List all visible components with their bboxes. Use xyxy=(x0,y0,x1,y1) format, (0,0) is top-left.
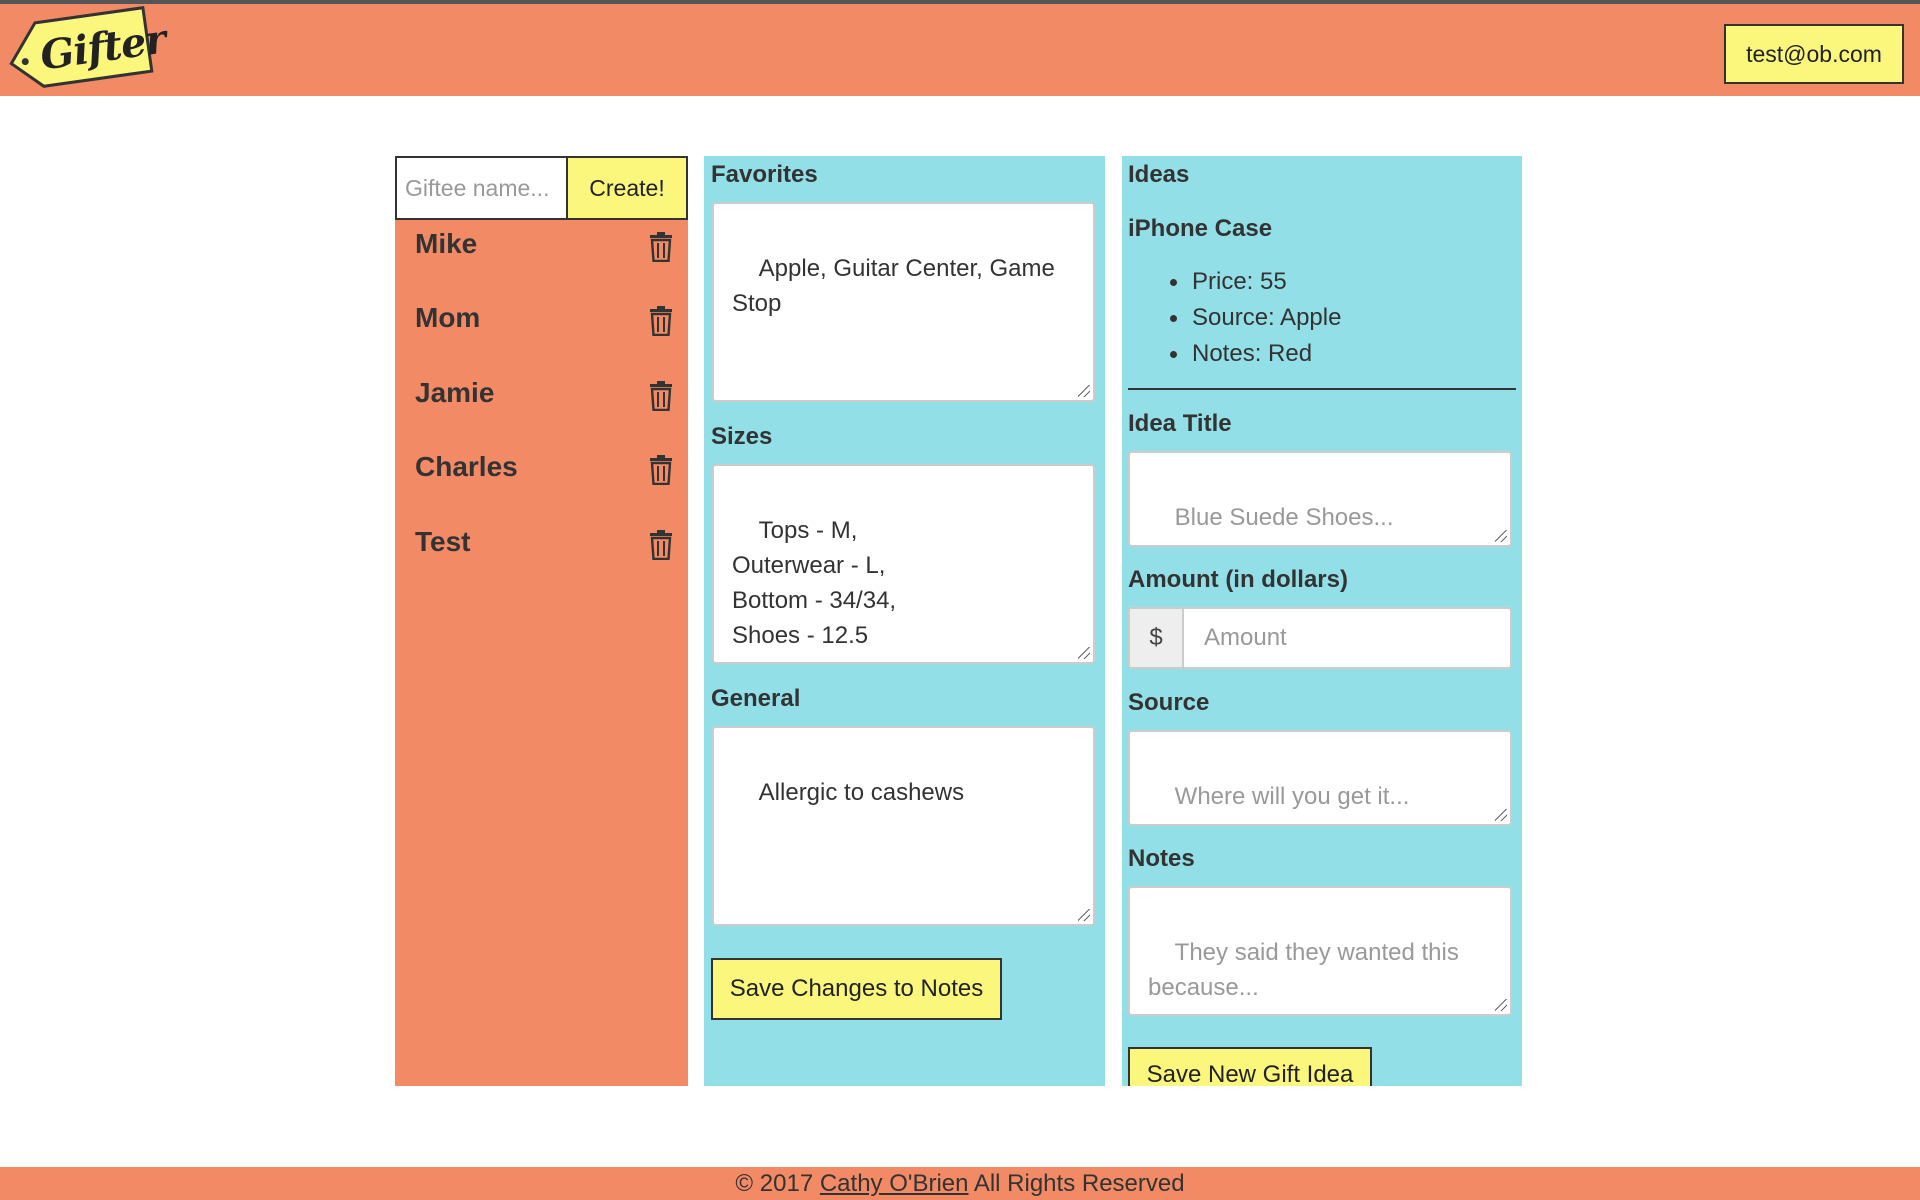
copyright-prefix: © 2017 xyxy=(735,1170,820,1197)
giftee-name-input[interactable]: Giftee name... xyxy=(397,158,568,218)
amount-input-group: $ Amount xyxy=(1128,607,1512,669)
giftee-item[interactable]: Mike xyxy=(415,228,673,268)
idea-title-textarea[interactable]: Blue Suede Shoes... xyxy=(1128,451,1512,547)
trash-icon[interactable] xyxy=(649,306,673,336)
giftee-name[interactable]: Test xyxy=(415,526,471,557)
idea-notes: Notes: Red xyxy=(1170,336,1341,372)
gift-ideas-panel: Ideas iPhone Case Price: 55 Source: Appl… xyxy=(1122,156,1522,1086)
giftee-name[interactable]: Mom xyxy=(415,302,480,333)
idea-price: Price: 55 xyxy=(1170,264,1341,300)
source-label: Source xyxy=(1128,689,1210,716)
idea-notes-textarea[interactable]: They said they wanted this because... xyxy=(1128,886,1512,1016)
save-notes-button[interactable]: Save Changes to Notes xyxy=(711,958,1002,1020)
giftee-item[interactable]: Charles xyxy=(415,451,673,491)
idea-title-label: Idea Title xyxy=(1128,410,1232,437)
general-label: General xyxy=(711,685,801,712)
trash-icon[interactable] xyxy=(649,232,673,262)
resize-handle[interactable] xyxy=(1495,530,1507,542)
sizes-textarea[interactable]: Tops - M, Outerwear - L, Bottom - 34/34,… xyxy=(712,464,1095,664)
sizes-value: Tops - M, Outerwear - L, Bottom - 34/34,… xyxy=(732,517,897,649)
source-placeholder: Where will you get it... xyxy=(1174,783,1410,810)
author-link[interactable]: Cathy O'Brien xyxy=(820,1170,969,1197)
idea-source: Source: Apple xyxy=(1170,300,1341,336)
sizes-label: Sizes xyxy=(711,423,773,450)
trash-icon[interactable] xyxy=(649,455,673,485)
giftee-list-panel: Giftee name... Create! Mike Mom Jamie Ch… xyxy=(395,156,688,1086)
resize-handle[interactable] xyxy=(1495,809,1507,821)
idea-title: iPhone Case xyxy=(1128,215,1273,242)
resize-handle[interactable] xyxy=(1078,647,1090,659)
save-gift-idea-button[interactable]: Save New Gift Idea xyxy=(1128,1047,1372,1086)
giftee-name[interactable]: Mike xyxy=(415,228,477,259)
resize-handle[interactable] xyxy=(1078,385,1090,397)
resize-handle[interactable] xyxy=(1495,999,1507,1011)
trash-icon[interactable] xyxy=(649,381,673,411)
create-giftee-button[interactable]: Create! xyxy=(568,158,686,218)
favorites-value: Apple, Guitar Center, Game Stop xyxy=(732,255,1055,317)
giftee-notes-panel: Favorites Apple, Guitar Center, Game Sto… xyxy=(704,156,1105,1086)
create-giftee-form: Giftee name... Create! xyxy=(395,156,688,220)
ideas-heading: Ideas xyxy=(1128,161,1190,188)
notes-label: Notes xyxy=(1128,845,1195,872)
giftee-item[interactable]: Mom xyxy=(415,302,673,342)
giftee-item[interactable]: Test xyxy=(415,526,673,566)
app-header: Gifter test@ob.com xyxy=(0,4,1920,96)
general-value: Allergic to cashews xyxy=(758,779,965,806)
amount-label: Amount (in dollars) xyxy=(1128,566,1348,593)
favorites-textarea[interactable]: Apple, Guitar Center, Game Stop xyxy=(712,202,1095,402)
giftee-name[interactable]: Jamie xyxy=(415,377,494,408)
giftee-name[interactable]: Charles xyxy=(415,451,518,482)
dollar-addon: $ xyxy=(1130,609,1184,667)
favorites-label: Favorites xyxy=(711,161,818,188)
source-textarea[interactable]: Where will you get it... xyxy=(1128,730,1512,826)
footer: © 2017 Cathy O'Brien All Rights Reserved xyxy=(0,1167,1920,1200)
user-account-button[interactable]: test@ob.com xyxy=(1724,24,1904,84)
general-textarea[interactable]: Allergic to cashews xyxy=(712,726,1095,926)
amount-input[interactable]: Amount xyxy=(1204,609,1287,667)
idea-notes-placeholder: They said they wanted this because... xyxy=(1148,939,1459,1001)
copyright-suffix: All Rights Reserved xyxy=(968,1170,1185,1197)
idea-details-list: Price: 55 Source: Apple Notes: Red xyxy=(1170,264,1341,372)
giftee-item[interactable]: Jamie xyxy=(415,377,673,417)
idea-title-placeholder: Blue Suede Shoes... xyxy=(1174,504,1394,531)
resize-handle[interactable] xyxy=(1078,909,1090,921)
trash-icon[interactable] xyxy=(649,530,673,560)
divider xyxy=(1128,388,1516,390)
